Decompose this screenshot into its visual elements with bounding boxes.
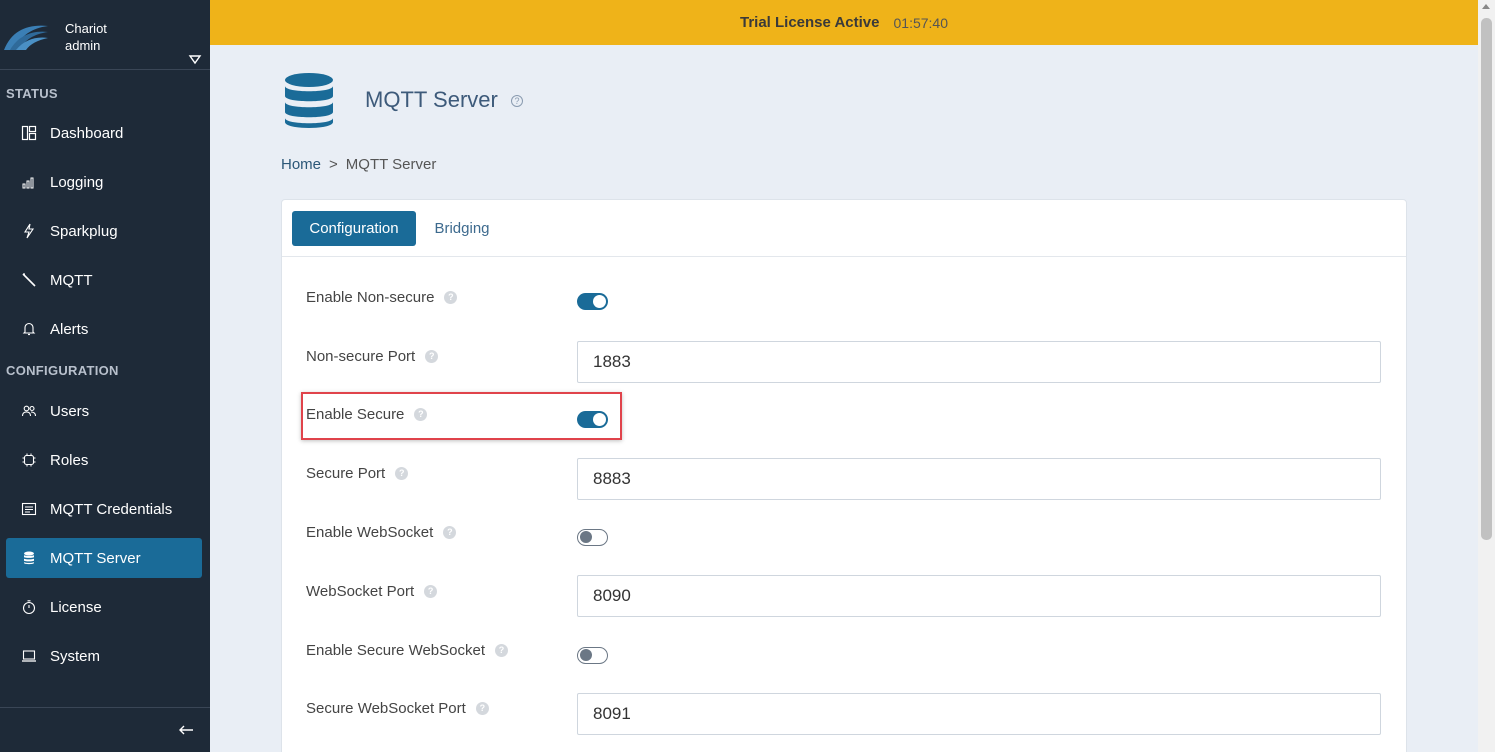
label-text: Non-secure Port — [306, 348, 416, 365]
tab-bridging[interactable]: Bridging — [422, 211, 502, 246]
nav-label: MQTT Server — [50, 549, 141, 567]
highlight-box — [301, 392, 622, 440]
scroll-thumb[interactable] — [1481, 18, 1492, 540]
secure-websocket-port-input[interactable]: 8091 — [577, 693, 1381, 735]
lightning-icon — [20, 222, 38, 240]
users-icon — [20, 402, 38, 420]
section-configuration: CONFIGURATION — [6, 363, 119, 378]
websocket-port-input[interactable]: 8090 — [577, 575, 1381, 617]
nav-system[interactable]: System — [6, 636, 202, 676]
breadcrumb-separator: > — [329, 156, 338, 173]
toggle-knob — [593, 295, 606, 308]
section-status: STATUS — [6, 86, 58, 101]
page-title: MQTT Server — [365, 87, 498, 112]
secure-websocket-port-label: Secure WebSocket Port? — [306, 700, 489, 717]
label-text: Enable Secure WebSocket — [306, 642, 485, 659]
non-secure-port-input[interactable]: 1883 — [577, 341, 1381, 383]
scroll-up-icon[interactable] — [1482, 4, 1490, 9]
nav-mqtt-server[interactable]: MQTT Server — [6, 538, 202, 578]
help-icon[interactable]: ? — [443, 526, 457, 539]
enable-secure-websocket-toggle[interactable] — [577, 647, 608, 664]
non-secure-port-label: Non-secure Port? — [306, 348, 439, 365]
secure-port-input[interactable]: 8883 — [577, 458, 1381, 500]
nav-label: MQTT Credentials — [50, 500, 173, 518]
label-text: Enable Non-secure — [306, 289, 435, 306]
brand-header: Chariot admin — [0, 0, 210, 70]
laptop-icon — [20, 647, 38, 665]
credentials-icon — [20, 500, 38, 518]
help-icon[interactable]: ? — [425, 350, 439, 363]
help-icon[interactable]: ? — [395, 467, 409, 480]
arrow-left-icon[interactable] — [177, 723, 195, 737]
breadcrumb-home[interactable]: Home — [281, 156, 321, 173]
nav-roles[interactable]: Roles — [6, 440, 202, 480]
breadcrumb: Home > MQTT Server — [281, 156, 436, 173]
scrollbar[interactable] — [1478, 0, 1495, 752]
help-icon[interactable]: ? — [444, 291, 458, 304]
websocket-port-label: WebSocket Port? — [306, 583, 438, 600]
help-icon[interactable]: ? — [511, 95, 523, 107]
help-icon[interactable]: ? — [475, 702, 489, 715]
nav-mqtt[interactable]: MQTT — [6, 260, 202, 300]
label-text: Enable WebSocket — [306, 524, 434, 541]
bar-chart-icon — [20, 173, 38, 191]
enable-websocket-label: Enable WebSocket? — [306, 524, 457, 541]
nav-label: Dashboard — [50, 124, 124, 142]
nav-label: System — [50, 647, 101, 665]
breadcrumb-current: MQTT Server — [345, 156, 437, 173]
enable-non-secure-toggle[interactable] — [577, 293, 608, 310]
tab-configuration[interactable]: Configuration — [292, 211, 416, 246]
label-text: Secure WebSocket Port — [306, 700, 466, 717]
nav-label: Users — [50, 402, 90, 420]
banner-title: Trial License Active — [739, 14, 880, 31]
license-banner: Trial License Active 01:57:40 — [210, 0, 1478, 45]
nav-logging[interactable]: Logging — [6, 162, 202, 202]
nav-label: MQTT — [50, 271, 93, 289]
caret-down-icon[interactable] — [188, 53, 202, 65]
nav-label: Logging — [50, 173, 104, 191]
roles-icon — [20, 451, 38, 469]
nav-license[interactable]: License — [6, 587, 202, 627]
nav-label: Roles — [50, 451, 89, 469]
label-text: Secure Port — [306, 465, 386, 482]
sidebar: Chariot admin STATUS Dashboard Logging S… — [0, 0, 210, 752]
nav-dashboard[interactable]: Dashboard — [6, 113, 202, 153]
nav-label: Alerts — [50, 320, 89, 338]
toggle-knob — [580, 531, 592, 543]
timer-icon — [20, 598, 38, 616]
help-icon[interactable]: ? — [495, 644, 508, 657]
enable-non-secure-label: Enable Non-secure? — [306, 289, 458, 306]
toggle-knob — [580, 649, 592, 661]
nav-label: Sparkplug — [50, 222, 118, 240]
enable-websocket-toggle[interactable] — [577, 529, 608, 546]
help-icon[interactable]: ? — [424, 585, 438, 598]
nav-mqtt-credentials[interactable]: MQTT Credentials — [6, 489, 202, 529]
logo-icon — [4, 25, 48, 50]
sidebar-footer — [0, 707, 210, 752]
app-name: Chariot — [65, 21, 107, 36]
nav-users[interactable]: Users — [6, 391, 202, 431]
user-name: admin — [65, 38, 101, 53]
nav-alerts[interactable]: Alerts — [6, 309, 202, 349]
nav-sparkplug[interactable]: Sparkplug — [6, 211, 202, 251]
bell-icon — [20, 320, 38, 338]
database-icon — [285, 73, 333, 128]
enable-secure-websocket-label: Enable Secure WebSocket? — [306, 642, 508, 659]
label-text: WebSocket Port — [306, 583, 415, 600]
tab-bar: Configuration Bridging — [282, 200, 1406, 257]
dashboard-icon — [20, 124, 38, 142]
secure-port-label: Secure Port? — [306, 465, 409, 482]
database-icon — [20, 549, 38, 567]
nav-label: License — [50, 598, 102, 616]
banner-timer: 01:57:40 — [893, 14, 949, 31]
wand-icon — [20, 271, 38, 289]
